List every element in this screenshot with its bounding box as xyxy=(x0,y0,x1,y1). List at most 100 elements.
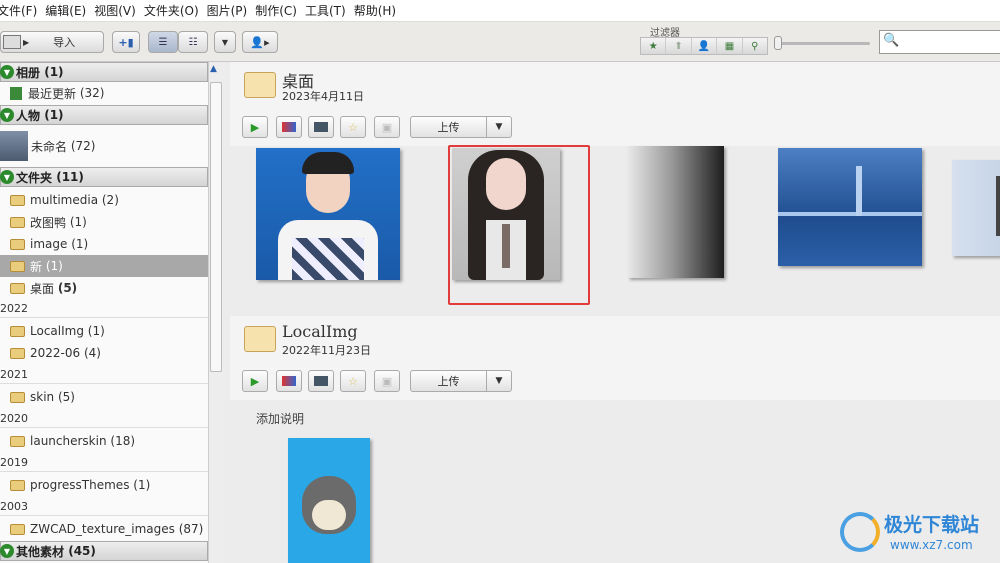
sidebar-item-label: ZWCAD_texture_images xyxy=(30,522,175,536)
sidebar-scroll-thumb[interactable] xyxy=(210,82,222,372)
sidebar-item-count: (32) xyxy=(79,86,105,100)
folder-icon xyxy=(244,326,276,352)
share-button[interactable]: 👤▸ xyxy=(242,31,278,53)
upload-button[interactable]: 上传 ▼ xyxy=(410,370,512,392)
photo-thumbnail[interactable] xyxy=(628,146,724,278)
menu-tools[interactable]: 工具(T) xyxy=(305,2,354,19)
sidebar-item-label: LocalImg xyxy=(30,324,84,338)
menu-help[interactable]: 帮助(H) xyxy=(354,2,404,19)
sidebar-item-folder-selected[interactable]: 新 (1) xyxy=(0,255,208,277)
star-icon: ☆ xyxy=(348,374,358,388)
year-group: 2020 xyxy=(0,412,208,428)
film-icon xyxy=(314,376,328,386)
sidebar-item-folder[interactable]: multimedia (2) xyxy=(0,189,208,211)
people-filter-icon[interactable]: 👤 xyxy=(692,38,718,54)
sidebar-item-folder[interactable]: ZWCAD_texture_images (87) xyxy=(0,518,208,540)
list-view-button[interactable]: ☰ xyxy=(148,31,178,53)
upload-label: 上传 xyxy=(411,371,487,391)
save-button[interactable]: ▣ xyxy=(374,116,400,138)
menu-create[interactable]: 制作(C) xyxy=(255,2,305,19)
folders-count: (11) xyxy=(56,170,84,184)
scroll-up-icon[interactable]: ▲ xyxy=(210,64,217,74)
sidebar-item-folder[interactable]: 改图鸭 (1) xyxy=(0,211,208,233)
photo-thumbnail[interactable] xyxy=(778,148,922,266)
photo-thumbnail[interactable] xyxy=(256,148,400,280)
sidebar-item-label: skin xyxy=(30,390,55,404)
play-slideshow-button[interactable]: ▶ xyxy=(242,116,268,138)
sidebar-item-folder[interactable]: LocalImg (1) xyxy=(0,320,208,342)
chevron-down-icon[interactable]: ▼ xyxy=(487,371,511,391)
sidebar-item-folder[interactable]: 桌面 (5) xyxy=(0,277,208,299)
star-button[interactable]: ☆ xyxy=(340,370,366,392)
folder-icon xyxy=(10,282,25,294)
sidebar-item-label: launcherskin xyxy=(30,434,107,448)
sidebar-item-folder[interactable]: skin (5) xyxy=(0,386,208,408)
menu-file[interactable]: 文件(F) xyxy=(0,2,45,19)
sidebar-item-count: (1) xyxy=(69,215,87,229)
photo-thumbnail[interactable] xyxy=(288,438,370,563)
play-arrow-icon: ▶ xyxy=(23,37,30,47)
chevron-down-icon[interactable]: ▼ xyxy=(487,117,511,137)
menu-view[interactable]: 视图(V) xyxy=(94,2,144,19)
folders-header[interactable]: ▼ 文件夹 (11) xyxy=(0,167,208,187)
people-header[interactable]: ▼ 人物 (1) xyxy=(0,105,208,125)
chevron-down-icon: ▼ xyxy=(221,37,229,47)
other-count: (45) xyxy=(68,544,96,558)
section-header: LocalImg 2022年11月23日 ▶ ☆ ▣ 上传 ▼ xyxy=(230,316,1000,400)
sidebar-item-count: (5) xyxy=(57,281,78,295)
albums-header[interactable]: ▼ 相册 (1) xyxy=(0,62,208,82)
main-content: 桌面 2023年4月11日 ▶ ☆ ▣ 上传 ▼ LocalImg 2022年1… xyxy=(230,62,1000,563)
movie-button[interactable] xyxy=(308,116,334,138)
edit-collage-button[interactable] xyxy=(276,116,302,138)
import-button[interactable]: ▶ 导入 xyxy=(0,31,104,53)
save-button[interactable]: ▣ xyxy=(374,370,400,392)
add-to-album-button[interactable]: +▮ xyxy=(112,31,140,53)
star-filter-icon[interactable]: ★ xyxy=(641,38,667,54)
star-button[interactable]: ☆ xyxy=(340,116,366,138)
thumbnail-area xyxy=(230,145,1000,316)
menu-edit[interactable]: 编辑(E) xyxy=(45,2,94,19)
user-share-icon: 👤▸ xyxy=(250,35,270,49)
expand-icon[interactable]: ▼ xyxy=(0,65,14,79)
list-icon: ☰ xyxy=(158,36,168,48)
albums-count: (1) xyxy=(44,65,64,79)
year-group: 2019 xyxy=(0,456,208,472)
play-slideshow-button[interactable]: ▶ xyxy=(242,370,268,392)
movie-button[interactable] xyxy=(308,370,334,392)
filter-slider-handle[interactable] xyxy=(774,36,782,50)
sidebar-item-unnamed[interactable]: 未命名 (72) xyxy=(0,128,208,164)
add-caption-link[interactable]: 添加说明 xyxy=(256,410,304,427)
tree-view-button[interactable]: ☷ xyxy=(178,31,208,53)
folder-icon xyxy=(10,194,25,206)
upload-button[interactable]: 上传 ▼ xyxy=(410,116,512,138)
sidebar-item-folder[interactable]: 2022-06 (4) xyxy=(0,342,208,364)
search-input[interactable]: 🔍 xyxy=(879,30,1000,54)
edit-collage-button[interactable] xyxy=(276,370,302,392)
sidebar-item-count: (18) xyxy=(110,434,136,448)
expand-icon[interactable]: ▼ xyxy=(0,108,14,122)
sidebar-item-recent[interactable]: 最近更新 (32) xyxy=(0,82,208,104)
upload-filter-icon[interactable]: ⬆ xyxy=(666,38,692,54)
video-filter-icon[interactable]: ▦ xyxy=(717,38,743,54)
photo-thumbnail[interactable] xyxy=(952,160,1000,256)
sidebar-item-folder[interactable]: image (1) xyxy=(0,233,208,255)
watermark-logo: 极光下载站 www.xz7.com xyxy=(840,510,1000,560)
sidebar-item-folder[interactable]: progressThemes (1) xyxy=(0,474,208,496)
year-group: 2021 xyxy=(0,368,208,384)
view-dropdown-button[interactable]: ▼ xyxy=(214,31,236,53)
expand-icon[interactable]: ▼ xyxy=(0,544,14,558)
sidebar-item-label: 2022-06 xyxy=(30,346,81,360)
location-filter-icon[interactable]: ⚲ xyxy=(743,38,767,54)
collage-icon xyxy=(282,122,296,132)
section-title[interactable]: LocalImg xyxy=(282,322,358,341)
other-materials-header[interactable]: ▼ 其他素材 (45) xyxy=(0,541,208,561)
expand-icon[interactable]: ▼ xyxy=(0,170,14,184)
menu-picture[interactable]: 图片(P) xyxy=(207,2,256,19)
sidebar-item-count: (1) xyxy=(87,324,105,338)
people-count: (1) xyxy=(44,108,64,122)
sidebar-item-folder[interactable]: launcherskin (18) xyxy=(0,430,208,452)
filter-slider-track[interactable] xyxy=(776,42,870,45)
bridge-deck-shape xyxy=(778,212,922,216)
sidebar-item-count: (4) xyxy=(83,346,101,360)
menu-folder[interactable]: 文件夹(O) xyxy=(144,2,207,19)
